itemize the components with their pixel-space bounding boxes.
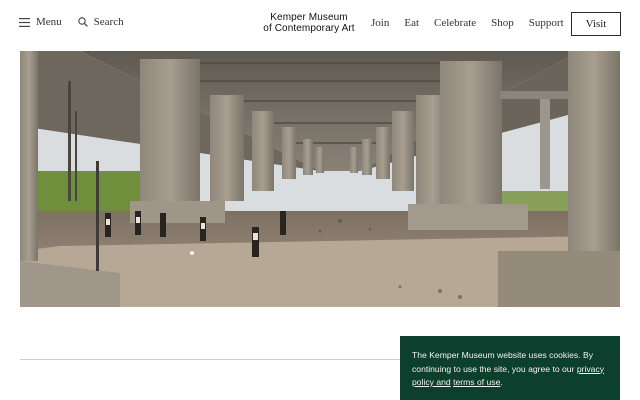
search-label: Search: [93, 16, 124, 28]
visit-button[interactable]: Visit: [571, 12, 621, 36]
hamburger-icon: [19, 17, 30, 27]
header-left-controls: Menu Search: [19, 16, 124, 28]
search-icon: [77, 17, 88, 27]
highway-underpass-photo: [20, 51, 620, 307]
hero-photo: [20, 51, 620, 307]
menu-label: Menu: [36, 16, 62, 28]
main-nav: Join Eat Celebrate Shop Support: [371, 17, 564, 29]
nav-item-celebrate[interactable]: Celebrate: [434, 17, 476, 29]
nav-item-support[interactable]: Support: [529, 17, 564, 29]
site-header: Menu Search Kemper Museum of Contemporar…: [0, 0, 640, 48]
logo-line-2: of Contemporary Art: [263, 22, 355, 34]
cookie-text-end: .: [500, 377, 503, 387]
logo-line-1: Kemper Museum: [270, 12, 348, 23]
cookie-text: The Kemper Museum website uses cookies. …: [412, 350, 594, 374]
nav-item-join[interactable]: Join: [371, 17, 389, 29]
nav-item-shop[interactable]: Shop: [491, 17, 514, 29]
museum-logo[interactable]: Kemper Museum of Contemporary Art: [262, 12, 356, 34]
search-button[interactable]: Search: [77, 16, 124, 28]
nav-item-eat[interactable]: Eat: [404, 17, 419, 29]
content-divider: [20, 359, 400, 360]
menu-button[interactable]: Menu: [19, 16, 62, 28]
terms-of-use-link[interactable]: terms of use: [453, 377, 500, 387]
cookie-notice: The Kemper Museum website uses cookies. …: [400, 336, 620, 400]
